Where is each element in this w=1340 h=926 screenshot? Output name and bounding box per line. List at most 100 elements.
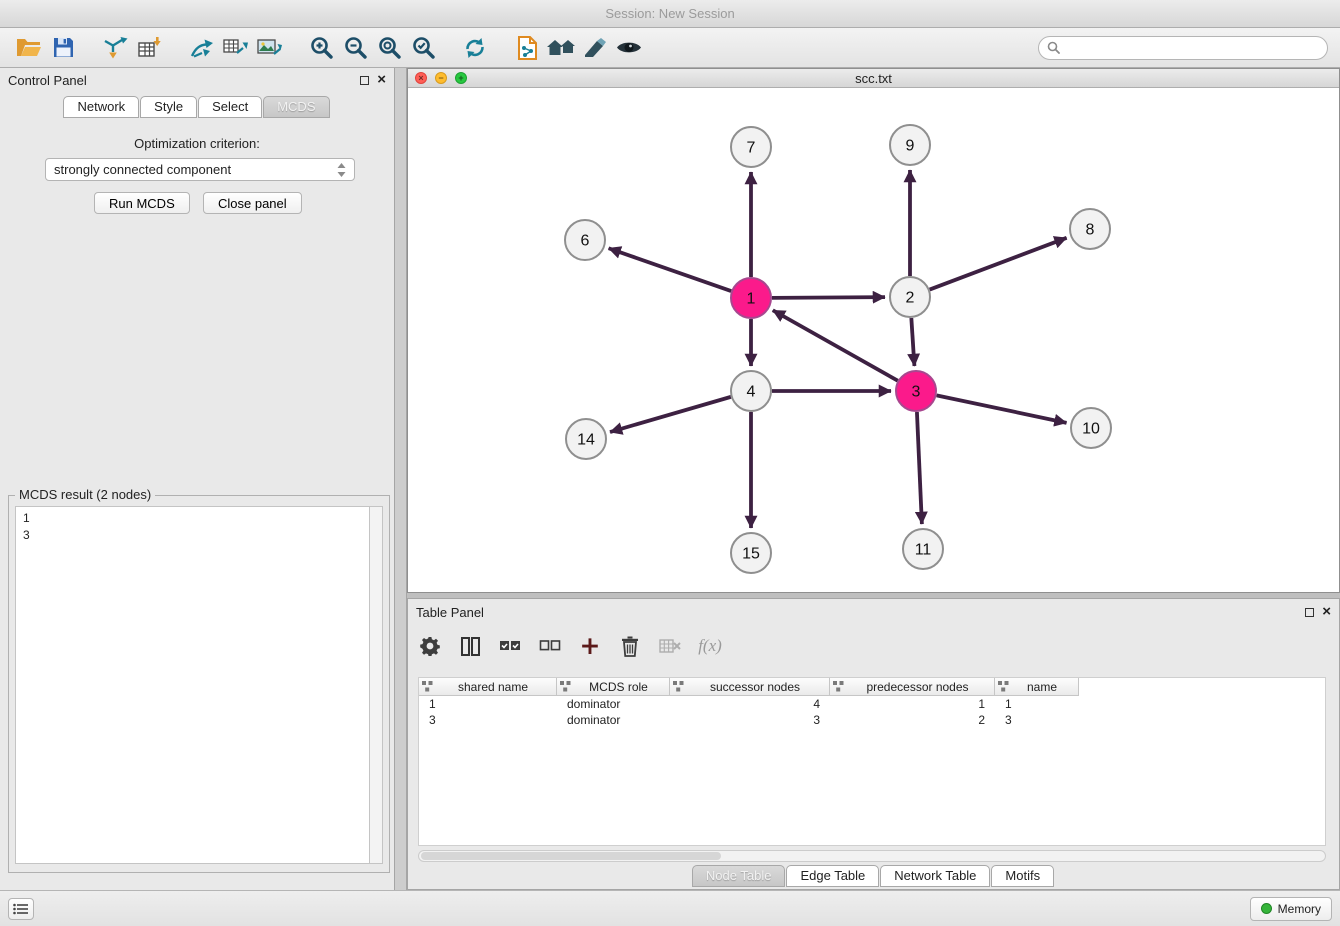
edge-2-3[interactable] bbox=[911, 318, 914, 366]
zoom-selected-button[interactable] bbox=[406, 32, 440, 64]
table-cell[interactable]: dominator bbox=[557, 696, 670, 712]
node-table-body: 1dominator4113dominator323 bbox=[419, 696, 1325, 728]
save-session-button[interactable] bbox=[46, 32, 80, 64]
table-panel: Table Panel × bbox=[407, 598, 1340, 890]
node-6[interactable]: 6 bbox=[565, 220, 605, 260]
show-columns-button[interactable] bbox=[458, 633, 482, 659]
zoom-fit-button[interactable] bbox=[372, 32, 406, 64]
tab-network[interactable]: Network bbox=[63, 96, 139, 118]
table-cell[interactable]: 1 bbox=[995, 696, 1079, 712]
node-4[interactable]: 4 bbox=[731, 371, 771, 411]
table-cell[interactable]: 1 bbox=[419, 696, 557, 712]
node-label: 9 bbox=[906, 138, 915, 155]
node-2[interactable]: 2 bbox=[890, 277, 930, 317]
column-header-MCDS-role[interactable]: MCDS role bbox=[557, 678, 670, 696]
tab-motifs[interactable]: Motifs bbox=[991, 865, 1054, 887]
run-mcds-button[interactable]: Run MCDS bbox=[94, 192, 190, 214]
result-scrollbar[interactable] bbox=[370, 506, 383, 864]
apply-style-button[interactable] bbox=[578, 32, 612, 64]
node-9[interactable]: 9 bbox=[890, 125, 930, 165]
tab-edge-table[interactable]: Edge Table bbox=[786, 865, 879, 887]
open-file-button[interactable] bbox=[12, 32, 46, 64]
delete-rows-button[interactable] bbox=[618, 633, 642, 659]
table-settings-button[interactable] bbox=[418, 633, 442, 659]
float-panel-icon[interactable] bbox=[360, 76, 369, 85]
table-cell[interactable]: 1 bbox=[830, 696, 995, 712]
edge-3-1[interactable] bbox=[773, 310, 898, 380]
window-titlebar[interactable]: Session: New Session bbox=[0, 0, 1340, 28]
mcds-result-text[interactable]: 13 bbox=[15, 506, 370, 864]
node-8[interactable]: 8 bbox=[1070, 209, 1110, 249]
memory-button[interactable]: Memory bbox=[1250, 897, 1332, 921]
new-network-button[interactable] bbox=[184, 32, 218, 64]
search-input[interactable] bbox=[1065, 40, 1319, 55]
task-history-button[interactable] bbox=[8, 898, 34, 920]
node-14[interactable]: 14 bbox=[566, 419, 606, 459]
column-header-predecessor-nodes[interactable]: predecessor nodes bbox=[830, 678, 995, 696]
network-graph[interactable]: 7 9 6 8 1 2 4 3 14 10 15 11 bbox=[408, 88, 1339, 592]
result-line: 1 bbox=[23, 510, 362, 527]
node-15[interactable]: 15 bbox=[731, 533, 771, 573]
scrollbar-thumb[interactable] bbox=[421, 852, 721, 860]
edge-3-10[interactable] bbox=[937, 395, 1067, 422]
panel-splitter[interactable] bbox=[395, 68, 407, 890]
delete-columns-button[interactable] bbox=[658, 633, 682, 659]
table-cell[interactable]: 3 bbox=[419, 712, 557, 728]
node-7[interactable]: 7 bbox=[731, 127, 771, 167]
edge-4-14[interactable] bbox=[610, 397, 731, 432]
search-box[interactable] bbox=[1038, 36, 1328, 60]
edge-1-6[interactable] bbox=[609, 248, 732, 291]
table-row[interactable]: 1dominator411 bbox=[419, 696, 1325, 712]
table-cell[interactable]: 2 bbox=[830, 712, 995, 728]
edge-1-2[interactable] bbox=[772, 297, 885, 298]
column-header-shared-name[interactable]: shared name bbox=[419, 678, 557, 696]
import-network-button[interactable] bbox=[98, 32, 132, 64]
table-cell[interactable]: 3 bbox=[995, 712, 1079, 728]
table-horizontal-scrollbar[interactable] bbox=[418, 850, 1326, 862]
table-cell[interactable]: 3 bbox=[670, 712, 830, 728]
table-cell[interactable]: dominator bbox=[557, 712, 670, 728]
network-window-titlebar: × − + scc.txt bbox=[408, 69, 1339, 88]
tab-network-table[interactable]: Network Table bbox=[880, 865, 990, 887]
node-11[interactable]: 11 bbox=[903, 529, 943, 569]
zoom-out-button[interactable] bbox=[338, 32, 372, 64]
edge-3-11[interactable] bbox=[917, 412, 922, 524]
table-row[interactable]: 3dominator323 bbox=[419, 712, 1325, 728]
column-header-name[interactable]: name bbox=[995, 678, 1079, 696]
close-window-button[interactable]: × bbox=[415, 72, 427, 84]
optimization-criterion-dropdown[interactable]: strongly connected component bbox=[45, 158, 355, 181]
right-area: × − + scc.txt 7968124314101511 Table Pan… bbox=[407, 68, 1340, 890]
import-table-button[interactable] bbox=[132, 32, 166, 64]
node-1[interactable]: 1 bbox=[731, 278, 771, 318]
tab-node-table[interactable]: Node Table bbox=[692, 865, 786, 887]
node-table: shared nameMCDS rolesuccessor nodesprede… bbox=[418, 677, 1326, 846]
column-header-successor-nodes[interactable]: successor nodes bbox=[670, 678, 830, 696]
home-button[interactable] bbox=[544, 32, 578, 64]
open-network-file-button[interactable] bbox=[510, 32, 544, 64]
apply-function-button[interactable]: f(x) bbox=[698, 633, 722, 659]
deselect-all-rows-button[interactable] bbox=[538, 633, 562, 659]
zoom-in-button[interactable] bbox=[304, 32, 338, 64]
export-image-button[interactable] bbox=[252, 32, 286, 64]
close-panel-button[interactable]: Close panel bbox=[203, 192, 302, 214]
tab-select[interactable]: Select bbox=[198, 96, 262, 118]
edge-2-8[interactable] bbox=[930, 238, 1067, 290]
node-3[interactable]: 3 bbox=[896, 371, 936, 411]
select-all-rows-button[interactable] bbox=[498, 633, 522, 659]
node-10[interactable]: 10 bbox=[1071, 408, 1111, 448]
float-table-panel-icon[interactable] bbox=[1305, 608, 1314, 617]
table-cell[interactable]: 4 bbox=[670, 696, 830, 712]
show-graphics-details-button[interactable] bbox=[612, 32, 646, 64]
refresh-view-button[interactable] bbox=[458, 32, 492, 64]
close-panel-icon[interactable]: × bbox=[377, 75, 386, 85]
network-from-table-button[interactable] bbox=[218, 32, 252, 64]
maximize-window-button[interactable]: + bbox=[455, 72, 467, 84]
node-table-header: shared nameMCDS rolesuccessor nodesprede… bbox=[419, 678, 1325, 696]
minimize-window-button[interactable]: − bbox=[435, 72, 447, 84]
close-table-panel-icon[interactable]: × bbox=[1322, 607, 1331, 617]
tab-style[interactable]: Style bbox=[140, 96, 197, 118]
trash-icon bbox=[621, 636, 639, 657]
network-file-icon bbox=[517, 36, 538, 60]
tab-mcds[interactable]: MCDS bbox=[263, 96, 329, 118]
add-row-button[interactable]: + bbox=[578, 633, 602, 659]
